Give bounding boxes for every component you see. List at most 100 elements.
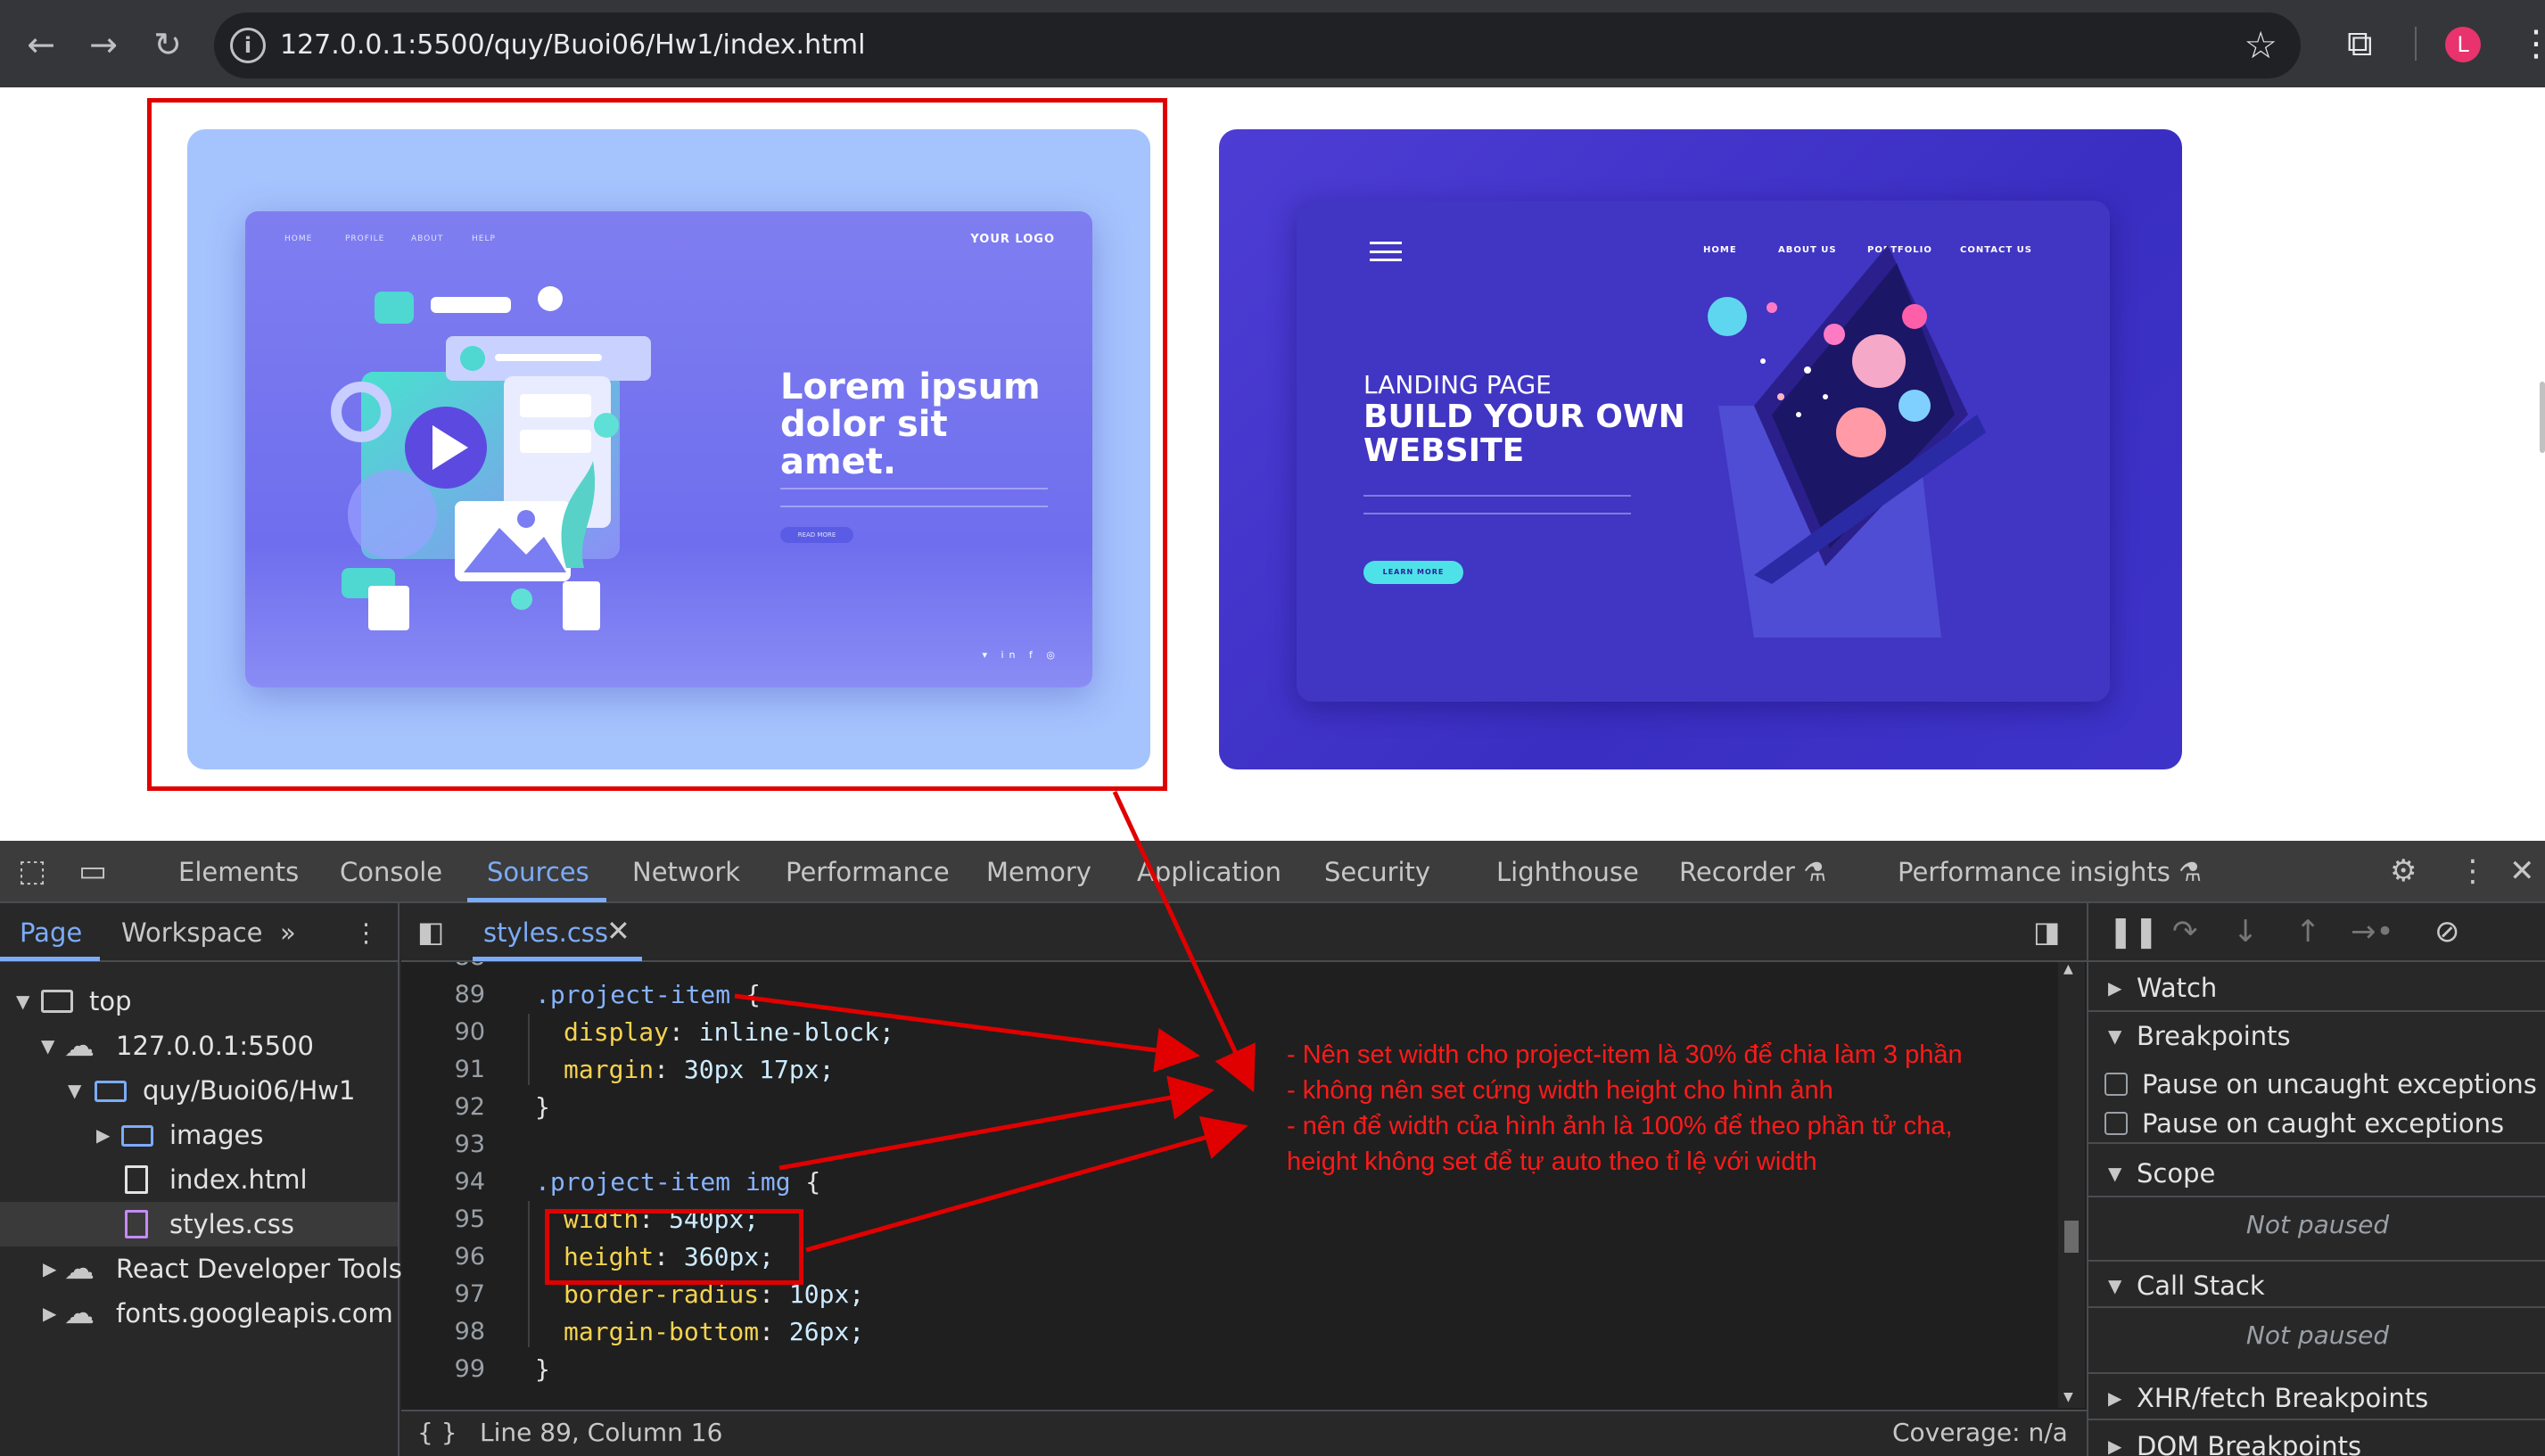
pause-uncaught-option[interactable]: Pause on uncaught exceptions	[2088, 1064, 2545, 1105]
file-tab-styles-css[interactable]: styles.css	[483, 917, 608, 948]
back-button[interactable]: ←	[16, 20, 66, 70]
settings-gear-icon[interactable]: ⚙	[2390, 853, 2417, 889]
css-brace: {	[790, 1167, 821, 1197]
bookmark-star-icon[interactable]: ☆	[2244, 21, 2277, 70]
tab-performance-insights[interactable]: Performance insights ⚗	[1898, 855, 2202, 889]
tree-item-styles-css[interactable]: styles.css	[0, 1202, 398, 1246]
code-line: .project-item {	[535, 976, 761, 1014]
collapsed-arrow-icon: ▶	[43, 1258, 57, 1279]
cloud-icon: ☁	[64, 1251, 95, 1287]
tree-label: fonts.googleapis.com	[116, 1298, 393, 1328]
tab-recorder[interactable]: Recorder ⚗	[1679, 855, 1826, 889]
cloud-icon: ☁	[64, 1028, 95, 1064]
css-selector: .project-item img	[535, 1167, 791, 1197]
section-xhr-breakpoints[interactable]: ▶ XHR/fetch Breakpoints	[2088, 1372, 2545, 1420]
indent-guide	[528, 1014, 530, 1085]
deactivate-breakpoints-icon[interactable]: ⊘	[2434, 914, 2460, 950]
tab-application[interactable]: Application	[1137, 855, 1281, 889]
tab-network[interactable]: Network	[632, 855, 740, 889]
tree-item-react-devtools[interactable]: ▶ ☁ React Developer Tools	[0, 1246, 402, 1291]
code-editor: ◧ styles.css ✕ ◨ 88 89 90 91 92 93 94 95…	[401, 903, 2087, 1456]
toggle-debugger-icon[interactable]: ◨	[2033, 914, 2060, 950]
tree-item-top[interactable]: ▼ top	[0, 979, 398, 1024]
collapsed-arrow-icon: ▶	[2108, 1435, 2122, 1456]
code-area[interactable]: 88 89 90 91 92 93 94 95 96 97 98 99 .pro…	[401, 962, 2078, 1399]
tree-item-fonts[interactable]: ▶ ☁ fonts.googleapis.com	[0, 1291, 398, 1336]
navigator-menu-icon[interactable]: ⋮	[353, 917, 379, 948]
call-stack-status: Not paused	[2245, 1320, 2390, 1350]
checkbox[interactable]	[2104, 1073, 2128, 1096]
extensions-icon[interactable]: ⧉	[2347, 16, 2373, 71]
step-into-icon[interactable]: ↓	[2233, 914, 2259, 950]
tree-item-folder[interactable]: ▼ quy/Buoi06/Hw1	[0, 1068, 398, 1113]
tab-elements[interactable]: Elements	[178, 855, 299, 889]
section-scope[interactable]: ▼ Scope	[2088, 1149, 2545, 1197]
step-over-icon[interactable]: ↷	[2172, 914, 2198, 950]
reload-button[interactable]: ↻	[143, 20, 193, 70]
toggle-navigator-icon[interactable]: ◧	[417, 914, 444, 950]
pause-caught-option[interactable]: Pause on caught exceptions	[2088, 1103, 2545, 1144]
code-line: }	[535, 1354, 550, 1384]
tree-item-images[interactable]: ▶ images	[0, 1113, 398, 1157]
step-out-icon[interactable]: ↑	[2295, 914, 2321, 950]
code-line: margin-bottom: 26px;	[564, 1317, 865, 1346]
tab-security[interactable]: Security	[1324, 855, 1430, 889]
code-line: display: inline-block;	[564, 1017, 894, 1047]
site-info-icon[interactable]: i	[230, 28, 266, 63]
tab-memory[interactable]: Memory	[986, 855, 1091, 889]
css-value: 30px 17px;	[683, 1055, 835, 1084]
expanded-arrow-icon: ▼	[68, 1080, 82, 1101]
address-bar[interactable]: i 127.0.0.1:5500/quy/Buoi06/Hw1/index.ht…	[214, 12, 2301, 78]
profile-avatar[interactable]: L	[2445, 27, 2481, 62]
pretty-print-icon[interactable]: { }	[417, 1411, 457, 1454]
section-call-stack[interactable]: ▼ Call Stack	[2088, 1260, 2545, 1308]
tree-label: React Developer Tools	[116, 1254, 402, 1284]
device-toolbar-icon[interactable]: ▭	[78, 853, 107, 889]
section-dom-breakpoints[interactable]: ▶ DOM Breakpoints	[2088, 1422, 2545, 1456]
inspect-element-icon[interactable]: ⬚	[18, 853, 46, 889]
more-menu-icon[interactable]: ⋮	[2518, 16, 2545, 71]
tab-workspace[interactable]: Workspace	[121, 917, 263, 948]
tree-label: images	[169, 1120, 264, 1150]
tree-item-origin[interactable]: ▼ ☁ 127.0.0.1:5500	[0, 1024, 398, 1068]
forward-button[interactable]: →	[78, 20, 128, 70]
tab-page[interactable]: Page	[20, 917, 82, 948]
tab-performance[interactable]: Performance	[786, 855, 950, 889]
checkbox[interactable]	[2104, 1112, 2128, 1135]
tree-label: styles.css	[169, 1209, 295, 1239]
editor-status-bar: { } Line 89, Column 16 Coverage: n/a	[401, 1410, 2087, 1456]
tree-label: quy/Buoi06/Hw1	[143, 1075, 356, 1106]
tree-item-index-html[interactable]: index.html	[0, 1157, 398, 1202]
line-number: 99	[454, 1355, 485, 1383]
tab-lighthouse[interactable]: Lighthouse	[1496, 855, 1639, 889]
coverage-status: Coverage: n/a	[1892, 1418, 2068, 1447]
section-breakpoints[interactable]: ▼ Breakpoints	[2088, 1012, 2545, 1060]
mock-button: LEARN MORE	[1363, 561, 1463, 584]
editor-scrollbar[interactable]: ▲ ▼	[2058, 962, 2085, 1408]
collapsed-arrow-icon: ▶	[2108, 977, 2122, 999]
css-selector: .project-item	[535, 980, 731, 1009]
close-tab-icon[interactable]: ✕	[606, 914, 630, 948]
line-number: 96	[454, 1243, 485, 1271]
vertical-scrollbar[interactable]	[2540, 382, 2545, 453]
line-number: 90	[454, 1018, 485, 1046]
active-tab-indicator	[473, 957, 642, 961]
tree-label: top	[89, 986, 132, 1016]
pause-icon[interactable]: ❚❚	[2108, 914, 2159, 950]
tab-console[interactable]: Console	[340, 855, 442, 889]
more-tabs-icon[interactable]: »	[280, 917, 296, 948]
scrollbar-thumb[interactable]	[2064, 1221, 2079, 1253]
devtools-panel: ⬚ ▭ Elements Console Sources Network Per…	[0, 841, 2545, 1456]
project-item-image-2[interactable]: HOME ABOUT US PORTFOLIO CONTACT US LANDI…	[1219, 129, 2182, 769]
line-number: 91	[454, 1056, 485, 1083]
step-icon[interactable]: →•	[2351, 914, 2394, 950]
tab-sources[interactable]: Sources	[487, 855, 589, 889]
scroll-up-icon[interactable]: ▲	[2063, 962, 2073, 976]
url-text[interactable]: 127.0.0.1:5500/quy/Buoi06/Hw1/index.html	[280, 29, 865, 62]
more-options-icon[interactable]: ⋮	[2458, 853, 2488, 889]
scroll-down-icon[interactable]: ▼	[2063, 1390, 2073, 1404]
navigator-tabs: Page Workspace » ⋮	[0, 903, 399, 962]
section-watch[interactable]: ▶ Watch	[2088, 964, 2545, 1012]
close-devtools-icon[interactable]: ✕	[2509, 853, 2535, 889]
mock-subtitle: LANDING PAGE	[1363, 370, 1552, 399]
